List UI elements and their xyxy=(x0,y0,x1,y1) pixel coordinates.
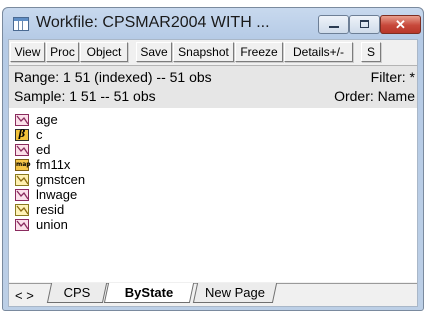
series-icon xyxy=(15,189,29,201)
maximize-button[interactable] xyxy=(349,15,380,34)
minimize-button[interactable] xyxy=(318,15,349,34)
filter-label[interactable]: Filter: * xyxy=(371,69,415,85)
list-item[interactable]: map fm11x xyxy=(15,157,215,173)
coefficient-vector-icon: β xyxy=(15,129,29,141)
object-name: fm11x xyxy=(36,157,71,172)
show-button[interactable]: S xyxy=(361,42,381,62)
object-name: lnwage xyxy=(36,187,78,202)
toolbar: View Proc Object Save Snapshot Freeze De… xyxy=(9,40,417,64)
order-label[interactable]: Order: Name xyxy=(334,88,415,104)
residual-series-icon xyxy=(15,204,29,216)
object-name: age xyxy=(36,112,58,127)
object-name: resid xyxy=(36,202,65,217)
object-name: c xyxy=(36,127,43,142)
tab-new-page[interactable]: New Page xyxy=(195,283,275,303)
object-name: union xyxy=(36,217,68,232)
generated-series-icon xyxy=(15,174,29,186)
tab-cps[interactable]: CPS xyxy=(49,283,105,303)
tab-bystate[interactable]: ByState xyxy=(106,283,192,303)
workfile-window: Workfile: CPSMAR2004 WITH ... ✕ View Pro… xyxy=(2,7,424,311)
window-title: Workfile: CPSMAR2004 WITH ... xyxy=(36,14,270,31)
minimize-icon xyxy=(329,26,339,28)
list-item[interactable]: ed xyxy=(15,142,215,158)
object-button[interactable]: Object xyxy=(80,42,128,62)
close-icon: ✕ xyxy=(395,17,406,32)
list-item[interactable]: union xyxy=(15,217,215,233)
sample-label[interactable]: Sample: 1 51 -- 51 obs xyxy=(14,88,156,104)
workfile-app-icon xyxy=(13,17,29,31)
object-name: ed xyxy=(36,142,51,157)
close-button[interactable]: ✕ xyxy=(380,15,421,34)
workfile-info-panel: Range: 1 51 (indexed) -- 51 obs Filter: … xyxy=(9,65,417,109)
list-item[interactable]: lnwage xyxy=(15,187,215,203)
map-icon: map xyxy=(15,159,31,171)
tab-strip: CPS ByState New Page xyxy=(9,283,417,306)
object-list: age β c ed map fm11x gmstcen lnwage resi… xyxy=(9,108,417,282)
object-name: gmstcen xyxy=(36,172,86,187)
series-icon xyxy=(15,114,29,126)
freeze-button[interactable]: Freeze xyxy=(235,42,283,62)
list-item[interactable]: age xyxy=(15,112,215,128)
details-toggle-button[interactable]: Details+/- xyxy=(284,42,353,62)
title-bar[interactable]: Workfile: CPSMAR2004 WITH ... ✕ xyxy=(3,8,423,38)
list-item[interactable]: gmstcen xyxy=(15,172,215,188)
save-button[interactable]: Save xyxy=(136,42,172,62)
snapshot-button[interactable]: Snapshot xyxy=(173,42,234,62)
series-icon xyxy=(15,219,29,231)
page-tab-bar: < > CPS ByState New Page xyxy=(9,283,417,306)
maximize-icon xyxy=(360,20,369,28)
range-label[interactable]: Range: 1 51 (indexed) -- 51 obs xyxy=(14,69,212,85)
view-button[interactable]: View xyxy=(10,42,45,62)
list-item[interactable]: resid xyxy=(15,202,215,218)
workfile-client: View Proc Object Save Snapshot Freeze De… xyxy=(8,39,418,307)
list-item[interactable]: β c xyxy=(15,127,215,143)
series-icon xyxy=(15,144,29,156)
proc-button[interactable]: Proc xyxy=(46,42,79,62)
